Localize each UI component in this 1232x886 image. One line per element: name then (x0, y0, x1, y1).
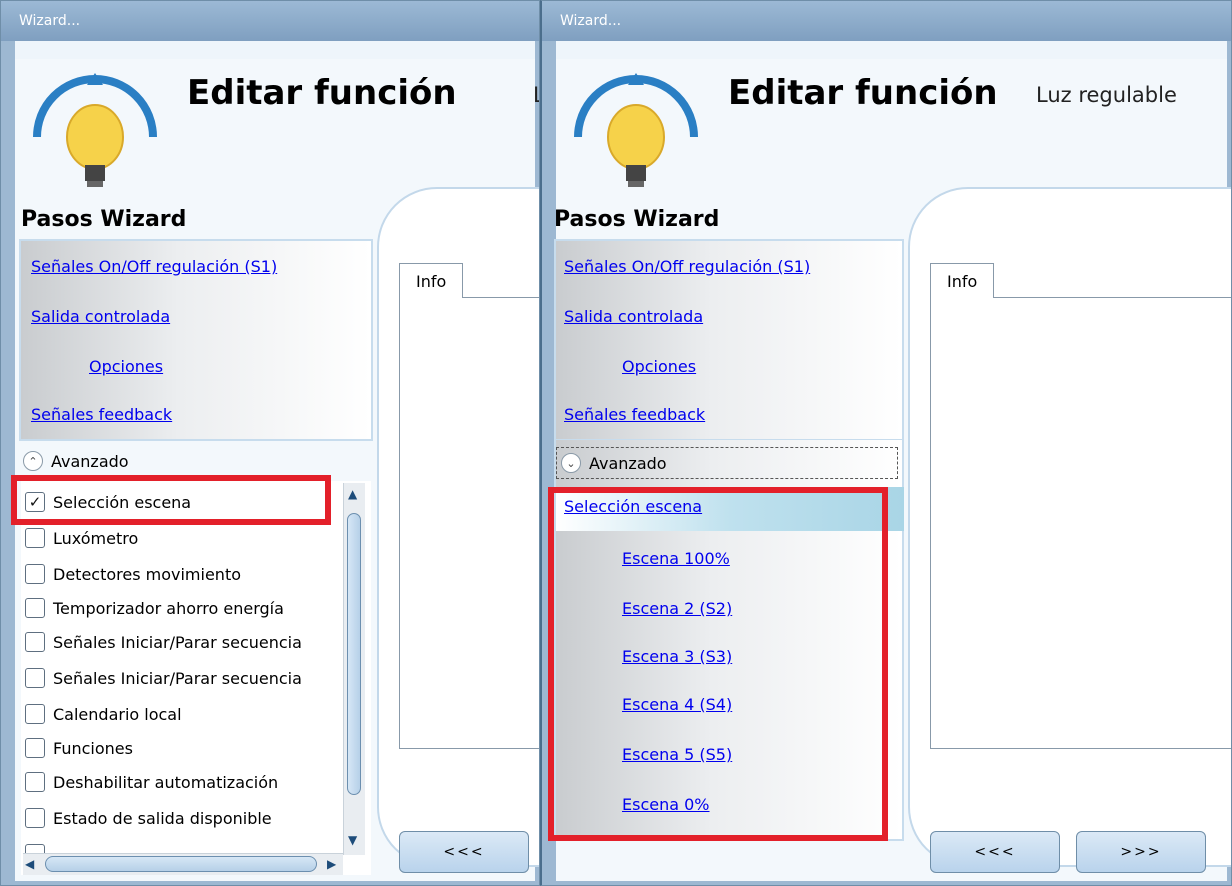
checkbox[interactable] (25, 598, 45, 618)
edit-title: Editar función (187, 73, 457, 113)
chevron-up-icon: ⌃ (23, 451, 43, 471)
checkbox-row-sequence-signals-1[interactable]: Señales Iniciar/Parar secuencia (25, 625, 302, 659)
scroll-right-icon[interactable]: ▶ (327, 857, 336, 871)
edit-title: Editar función (728, 73, 998, 113)
checkbox-label: Señales Iniciar/Parar secuencia (53, 668, 302, 688)
next-button[interactable]: >>> (1076, 831, 1206, 873)
checkbox-row-energy-timer[interactable]: Temporizador ahorro energía (25, 591, 284, 625)
steps-title: Pasos Wizard (554, 207, 720, 232)
wizard-window-right: Wizard... Editar función Luz regulable P… (540, 0, 1232, 886)
checkbox[interactable] (25, 704, 45, 724)
function-type: Luz regulable (1036, 83, 1177, 107)
lightbulb-dimmer-icon (33, 73, 157, 187)
window-title: Wizard... (542, 1, 1231, 41)
info-panel (399, 297, 539, 749)
advanced-toggle[interactable]: ⌄ Avanzado (556, 447, 898, 479)
checkbox-row-output-status[interactable]: Estado de salida disponible (25, 801, 272, 835)
function-type: Lu (533, 83, 539, 107)
back-button[interactable]: <<< (930, 831, 1060, 873)
header: Editar función Luz regulable (556, 59, 1227, 199)
checkbox[interactable] (25, 808, 45, 828)
hscroll-thumb[interactable] (45, 856, 317, 872)
step-link-onoff-signals[interactable]: Señales On/Off regulación (S1) (31, 257, 277, 276)
checkbox-row-functions[interactable]: Funciones (25, 731, 133, 765)
divider (554, 439, 904, 440)
checkbox[interactable] (25, 564, 45, 584)
checkbox-row-sequence-signals-2[interactable]: Señales Iniciar/Parar secuencia (25, 661, 302, 695)
wizard-window-left: Wizard... Editar función Lu Pasos Wizard… (0, 0, 540, 886)
checkbox[interactable] (25, 738, 45, 758)
checkbox-label: Calendario local (53, 704, 182, 724)
scroll-down-icon[interactable]: ▼ (348, 833, 357, 847)
checkbox[interactable] (25, 668, 45, 688)
tab-info[interactable]: Info (930, 263, 995, 298)
step-link-controlled-output[interactable]: Salida controlada (564, 307, 703, 326)
scroll-up-icon[interactable]: ▲ (348, 487, 357, 501)
horizontal-scrollbar[interactable]: ◀ ▶ (23, 853, 343, 875)
checkbox[interactable] (25, 772, 45, 792)
scroll-left-icon[interactable]: ◀ (25, 857, 34, 871)
checkbox-label: Señales Iniciar/Parar secuencia (53, 632, 302, 652)
advanced-label: Avanzado (51, 451, 129, 471)
checkbox-label: Luxómetro (53, 528, 139, 548)
chevron-down-icon: ⌄ (561, 453, 581, 473)
highlight-box (11, 475, 331, 525)
advanced-toggle[interactable]: ⌃ Avanzado (23, 451, 129, 471)
lightbulb-dimmer-icon (574, 73, 698, 187)
highlight-box (548, 487, 888, 841)
steps-title: Pasos Wizard (21, 207, 187, 232)
window-title: Wizard... (1, 1, 539, 41)
info-panel (930, 297, 1231, 749)
advanced-label: Avanzado (589, 453, 667, 473)
step-link-controlled-output[interactable]: Salida controlada (31, 307, 170, 326)
step-link-onoff-signals[interactable]: Señales On/Off regulación (S1) (564, 257, 810, 276)
step-link-feedback-signals[interactable]: Señales feedback (31, 405, 172, 424)
checkbox-row-luxmeter[interactable]: Luxómetro (25, 521, 138, 555)
step-link-feedback-signals[interactable]: Señales feedback (564, 405, 705, 424)
checkbox-row-local-calendar[interactable]: Calendario local (25, 697, 182, 731)
advanced-options-list: ✓ Selección escena Luxómetro Detectores … (21, 481, 371, 875)
checkbox[interactable] (25, 632, 45, 652)
step-link-options[interactable]: Opciones (89, 357, 163, 376)
checkbox-row-motion-detectors[interactable]: Detectores movimiento (25, 557, 241, 591)
checkbox[interactable] (25, 528, 45, 548)
checkbox-label: Deshabilitar automatización (53, 772, 279, 792)
step-link-options[interactable]: Opciones (622, 357, 696, 376)
checkbox-row-disable-automation[interactable]: Deshabilitar automatización (25, 765, 278, 799)
checkbox-label: Funciones (53, 738, 133, 758)
checkbox-label: Temporizador ahorro energía (53, 598, 284, 618)
divider (19, 439, 373, 440)
scroll-thumb[interactable] (347, 513, 361, 795)
tab-info[interactable]: Info (399, 263, 464, 298)
checkbox-label: Estado de salida disponible (53, 808, 272, 828)
back-button[interactable]: <<< (399, 831, 529, 873)
checkbox-label: Detectores movimiento (53, 564, 241, 584)
vertical-scrollbar[interactable]: ▲ ▼ (343, 483, 365, 855)
header: Editar función Lu (15, 59, 539, 199)
